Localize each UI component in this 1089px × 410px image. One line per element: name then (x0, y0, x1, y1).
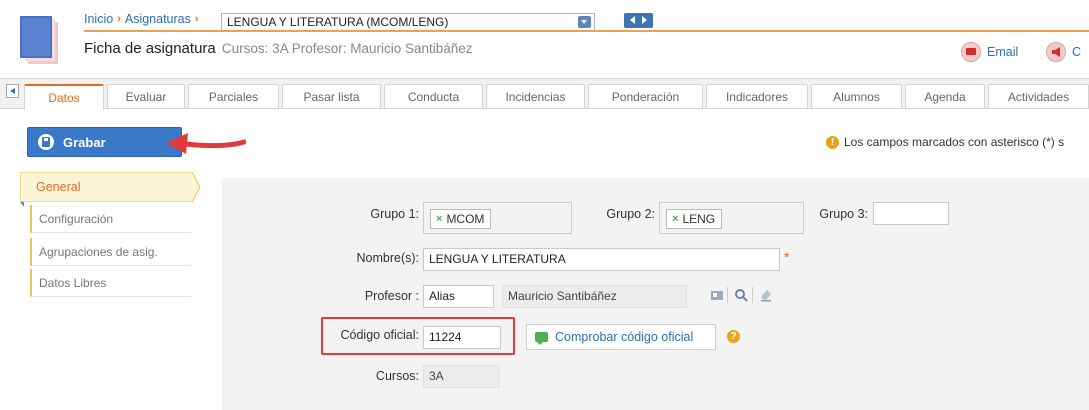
breadcrumb-home-link[interactable]: Inicio (84, 12, 113, 26)
grupo3-input[interactable] (873, 202, 949, 225)
help-icon[interactable]: ? (727, 330, 740, 343)
subject-select[interactable]: LENGUA Y LITERATURA (MCOM/LENG) (221, 13, 595, 31)
save-button[interactable]: Grabar (27, 127, 182, 157)
tab-indicadores[interactable]: Indicadores (706, 84, 808, 109)
required-fields-notice: ! Los campos marcados con asterisco (*) … (826, 135, 1064, 149)
tab-label: Parciales (208, 90, 259, 104)
tab-label: Pasar lista (303, 90, 360, 104)
profesor-alias-input[interactable]: Alias (423, 285, 494, 308)
remove-chip-icon[interactable]: × (672, 213, 678, 225)
tab-content-border (0, 108, 1089, 109)
required-asterisk: * (784, 249, 790, 265)
tab-alumnos[interactable]: Alumnos (811, 84, 902, 109)
id-card-icon[interactable] (710, 288, 724, 302)
subject-select-value: LENGUA Y LITERATURA (MCOM/LENG) (227, 15, 449, 29)
profesor-name-field: Mauricio Santibáñez (502, 285, 687, 308)
floppy-disk-icon (38, 134, 54, 150)
tab-pasar-lista[interactable]: Pasar lista (282, 84, 381, 109)
check-code-button-label: Comprobar código oficial (555, 330, 694, 344)
tab-agenda[interactable]: Agenda (905, 84, 985, 109)
tab-incidencias[interactable]: Incidencias (486, 84, 585, 109)
warning-icon: ! (826, 135, 839, 149)
subject-book-icon (20, 16, 60, 66)
sidebar-item-datos-libres[interactable]: Datos Libres (30, 269, 191, 297)
tab-conducta[interactable]: Conducta (384, 84, 483, 109)
annotation-arrow-icon (166, 133, 246, 154)
email-button-label: Email (987, 45, 1019, 59)
tab-label: Alumnos (833, 90, 880, 104)
toolbar-divider (727, 287, 728, 303)
tab-evaluar[interactable]: Evaluar (107, 84, 185, 109)
grupo2-label: Grupo 2: (606, 207, 655, 221)
sidebar-item-label: Configuración (39, 212, 114, 226)
nombre-label: Nombre(s): (356, 251, 419, 265)
tab-label: Conducta (407, 90, 460, 104)
grupo2-chip-value: LENG (682, 212, 716, 226)
chevron-right-icon: › (117, 13, 121, 25)
email-button[interactable]: Email (961, 42, 1018, 62)
breadcrumb-asignaturas-link[interactable]: Asignaturas (125, 12, 191, 26)
tab-label: Agenda (924, 90, 966, 104)
annotation-highlight-box (321, 317, 515, 355)
grupo1-field[interactable]: × MCOM (423, 202, 572, 234)
prev-next-nav-button[interactable] (624, 13, 653, 28)
sidebar-item-label: Datos Libres (39, 276, 107, 290)
page-title-subtitle: Cursos: 3A Profesor: Mauricio Santibáñez (221, 41, 473, 56)
sidebar-item-label: Agrupaciones de asig. (39, 245, 158, 259)
chevron-right-icon: › (194, 13, 199, 25)
toolbar-divider (752, 287, 753, 303)
sidebar-item-label: General (36, 180, 81, 194)
nombre-input[interactable]: LENGUA Y LITERATURA (423, 248, 780, 271)
eraser-icon[interactable] (759, 288, 773, 302)
tab-label: Actividades (1007, 90, 1070, 104)
tab-parciales[interactable]: Parciales (188, 84, 279, 109)
search-icon[interactable] (734, 288, 748, 302)
email-icon (961, 42, 981, 62)
chat-icon (535, 332, 548, 345)
grupo3-label: Grupo 3: (819, 207, 868, 221)
grupo2-chip[interactable]: × LENG (666, 209, 723, 229)
announce-button-label: C (1072, 45, 1082, 59)
tab-datos[interactable]: Datos (24, 84, 104, 110)
save-button-label: Grabar (63, 134, 106, 150)
grupo1-chip-value: MCOM (446, 212, 485, 226)
breadcrumb: Inicio › Asignaturas › (84, 9, 203, 29)
header-divider (84, 30, 1089, 32)
page-title: Ficha de asignatura Cursos: 3A Profesor:… (84, 40, 473, 57)
tab-label: Indicadores (725, 90, 789, 104)
dropdown-arrow-icon[interactable] (578, 16, 591, 28)
tab-label: Incidencias (505, 90, 566, 104)
cursos-label: Cursos: (375, 369, 419, 383)
profesor-label: Profesor : (364, 289, 419, 303)
sidebar-item-configuracion[interactable]: Configuración (30, 205, 191, 233)
sidebar-item-general[interactable]: General (20, 172, 200, 202)
grupo2-field[interactable]: × LENG (659, 202, 804, 234)
tab-label: Ponderación (611, 90, 680, 104)
required-fields-notice-text: Los campos marcados con asterisco (*) s (844, 135, 1065, 149)
sidebar-corner-icon (20, 202, 24, 207)
sidebar-item-agrupaciones[interactable]: Agrupaciones de asig. (30, 238, 191, 266)
tab-label: Datos (48, 91, 80, 105)
check-code-button[interactable]: Comprobar código oficial (526, 324, 716, 350)
tab-scroll-left-icon[interactable] (6, 84, 19, 98)
arrow-right-icon[interactable] (642, 16, 647, 24)
grupo1-label: Grupo 1: (370, 207, 419, 221)
cursos-field: 3A (423, 365, 500, 388)
arrow-left-icon[interactable] (630, 16, 635, 24)
tab-actividades[interactable]: Actividades (988, 84, 1089, 109)
announce-button[interactable]: C (1046, 42, 1081, 62)
tab-ponderacion[interactable]: Ponderación (588, 84, 703, 109)
tab-label: Evaluar (125, 90, 167, 104)
grupo1-chip[interactable]: × MCOM (430, 209, 492, 229)
megaphone-icon (1046, 42, 1066, 62)
remove-chip-icon[interactable]: × (436, 213, 442, 225)
page-title-main: Ficha de asignatura (84, 40, 216, 57)
